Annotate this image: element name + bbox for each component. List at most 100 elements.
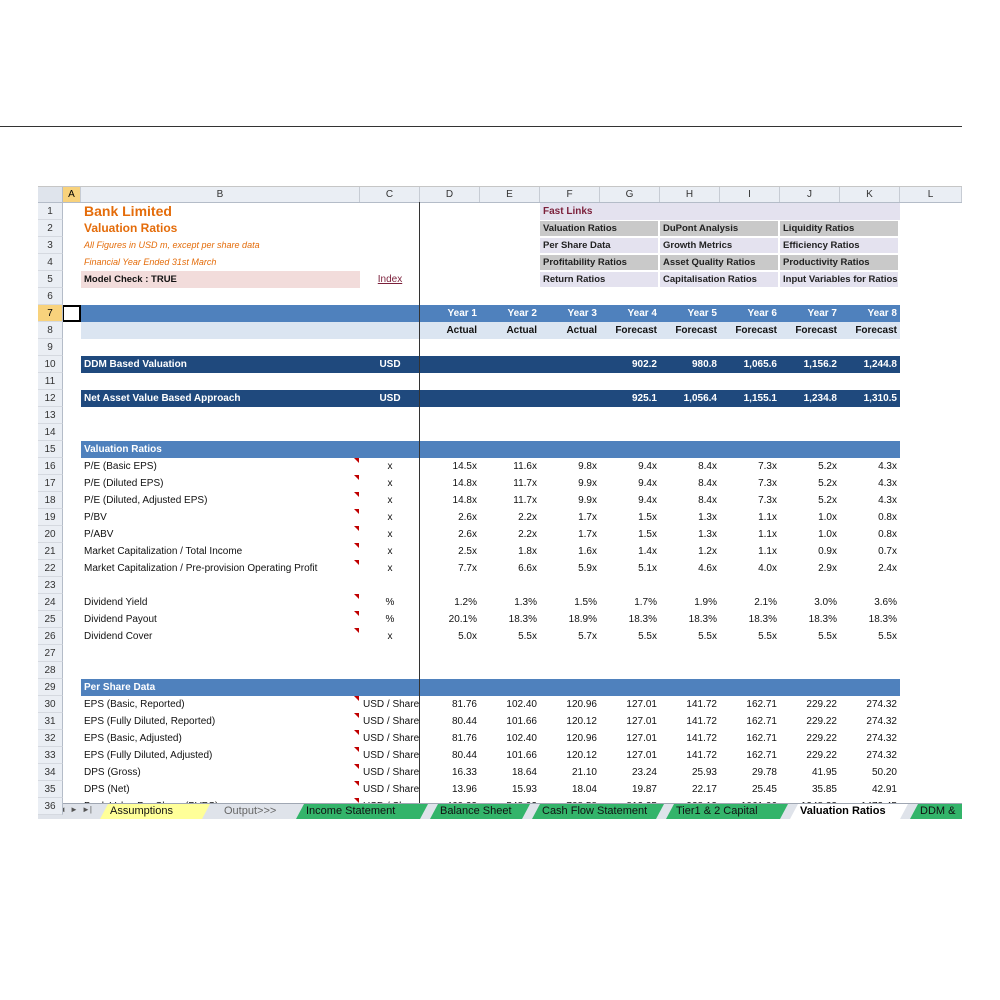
row-header-14[interactable]: 14 — [38, 424, 63, 441]
row-header-22[interactable]: 22 — [38, 560, 63, 577]
column-header-k[interactable]: K — [840, 187, 900, 202]
sheet-tab-output-[interactable]: Output>>> — [214, 804, 294, 819]
row-header-9[interactable]: 9 — [38, 339, 63, 356]
comment-indicator-icon[interactable] — [354, 594, 359, 599]
freeze-pane-horizontal — [0, 126, 962, 127]
row-header-18[interactable]: 18 — [38, 492, 63, 509]
comment-indicator-icon[interactable] — [354, 713, 359, 718]
row-header-17[interactable]: 17 — [38, 475, 63, 492]
fast-link-efficiency-ratios[interactable]: Efficiency Ratios — [780, 238, 898, 253]
sheet-tab-balance-sheet[interactable]: Balance Sheet — [430, 804, 530, 819]
comment-indicator-icon[interactable] — [354, 781, 359, 786]
row-header-20[interactable]: 20 — [38, 526, 63, 543]
comment-indicator-icon[interactable] — [354, 696, 359, 701]
column-header-f[interactable]: F — [540, 187, 600, 202]
sheet-tab-ddm-[interactable]: DDM & — [910, 804, 962, 819]
column-header-i[interactable]: I — [720, 187, 780, 202]
sheet-tab-valuation-ratios[interactable]: Valuation Ratios — [790, 804, 908, 819]
comment-indicator-icon[interactable] — [354, 492, 359, 497]
sheet-tab-bar: |◄ ◄ ► ►| AssumptionsOutput>>>Income Sta… — [38, 803, 962, 819]
sheet-tab-assumptions[interactable]: Assumptions — [100, 804, 210, 819]
nav-valuation-value: 1,056.4 — [683, 393, 717, 404]
comment-indicator-icon[interactable] — [354, 628, 359, 633]
comment-indicator-icon[interactable] — [354, 611, 359, 616]
row-header-12[interactable]: 12 — [38, 390, 63, 407]
comment-indicator-icon[interactable] — [354, 560, 359, 565]
fast-link-per-share-data[interactable]: Per Share Data — [540, 238, 658, 253]
row-header-16[interactable]: 16 — [38, 458, 63, 475]
fast-link-profitability-ratios[interactable]: Profitability Ratios — [540, 255, 658, 270]
row-header-3[interactable]: 3 — [38, 237, 63, 254]
comment-indicator-icon[interactable] — [354, 526, 359, 531]
column-header-bar: ABCDEFGHIJKL — [38, 187, 962, 203]
row-header-2[interactable]: 2 — [38, 220, 63, 237]
row-header-30[interactable]: 30 — [38, 696, 63, 713]
row-header-26[interactable]: 26 — [38, 628, 63, 645]
sheet-tab-income-statement[interactable]: Income Statement — [296, 804, 428, 819]
row-header-31[interactable]: 31 — [38, 713, 63, 730]
row-header-35[interactable]: 35 — [38, 781, 63, 798]
row-header-15[interactable]: 15 — [38, 441, 63, 458]
fast-link-asset-quality-ratios[interactable]: Asset Quality Ratios — [660, 255, 778, 270]
fast-link-valuation-ratios[interactable]: Valuation Ratios — [540, 221, 658, 236]
row-header-10[interactable]: 10 — [38, 356, 63, 373]
fast-link-input-variables-for-ratios[interactable]: Input Variables for Ratios — [780, 272, 898, 287]
comment-indicator-icon[interactable] — [354, 730, 359, 735]
row-header-13[interactable]: 13 — [38, 407, 63, 424]
row-header-6[interactable]: 6 — [38, 288, 63, 305]
row-header-23[interactable]: 23 — [38, 577, 63, 594]
comment-indicator-icon[interactable] — [354, 509, 359, 514]
fast-link-productivity-ratios[interactable]: Productivity Ratios — [780, 255, 898, 270]
nav-valuation-value — [540, 390, 600, 407]
row-header-24[interactable]: 24 — [38, 594, 63, 611]
column-header-h[interactable]: H — [660, 187, 720, 202]
comment-indicator-icon[interactable] — [354, 475, 359, 480]
comment-indicator-icon[interactable] — [354, 543, 359, 548]
row-header-21[interactable]: 21 — [38, 543, 63, 560]
fast-link-dupont-analysis[interactable]: DuPont Analysis — [660, 221, 778, 236]
fast-link-liquidity-ratios[interactable]: Liquidity Ratios — [780, 221, 898, 236]
column-header-j[interactable]: J — [780, 187, 840, 202]
value-cell: 1.2x — [698, 546, 717, 557]
row-header-5[interactable]: 5 — [38, 271, 63, 288]
column-header-e[interactable]: E — [480, 187, 540, 202]
value-cell: 20.1% — [448, 614, 477, 625]
row-header-27[interactable]: 27 — [38, 645, 63, 662]
row-header-7[interactable]: 7 — [38, 305, 63, 322]
sheet-tab-cash-flow-statement[interactable]: Cash Flow Statement — [532, 804, 664, 819]
row-header-19[interactable]: 19 — [38, 509, 63, 526]
comment-indicator-icon[interactable] — [354, 764, 359, 769]
column-header-l[interactable]: L — [900, 187, 962, 202]
comment-indicator-icon[interactable] — [354, 747, 359, 752]
row-header-4[interactable]: 4 — [38, 254, 63, 271]
fast-link-return-ratios[interactable]: Return Ratios — [540, 272, 658, 287]
row-header-34[interactable]: 34 — [38, 764, 63, 781]
ddm-valuation-value: 902.2 — [631, 359, 657, 370]
index-link[interactable]: Index — [360, 271, 420, 288]
row-header-11[interactable]: 11 — [38, 373, 63, 390]
row-header-28[interactable]: 28 — [38, 662, 63, 679]
fast-link-capitalisation-ratios[interactable]: Capitalisation Ratios — [660, 272, 778, 287]
value-cell: 274.32 — [866, 716, 897, 727]
row-header-25[interactable]: 25 — [38, 611, 63, 628]
select-all-corner[interactable] — [38, 187, 63, 202]
next-sheet-icon[interactable]: ► — [70, 805, 78, 814]
column-header-a[interactable]: A — [63, 187, 81, 202]
sheet-tab-tier1-2-capital[interactable]: Tier1 & 2 Capital — [666, 804, 788, 819]
row-header-8[interactable]: 8 — [38, 322, 63, 339]
column-header-c[interactable]: C — [360, 187, 420, 202]
row-header-1[interactable]: 1 — [38, 203, 63, 220]
last-sheet-icon[interactable]: ►| — [82, 805, 92, 814]
row-header-29[interactable]: 29 — [38, 679, 63, 696]
row-header-33[interactable]: 33 — [38, 747, 63, 764]
active-cell-a7[interactable] — [63, 305, 81, 322]
column-header-d[interactable]: D — [420, 187, 480, 202]
value-cell: 4.3x — [878, 461, 897, 472]
fast-link-growth-metrics[interactable]: Growth Metrics — [660, 238, 778, 253]
value-cell: 35.85 — [811, 784, 837, 795]
row-header-36[interactable]: 36 — [38, 798, 63, 815]
column-header-g[interactable]: G — [600, 187, 660, 202]
column-header-b[interactable]: B — [81, 187, 360, 202]
row-header-32[interactable]: 32 — [38, 730, 63, 747]
comment-indicator-icon[interactable] — [354, 458, 359, 463]
